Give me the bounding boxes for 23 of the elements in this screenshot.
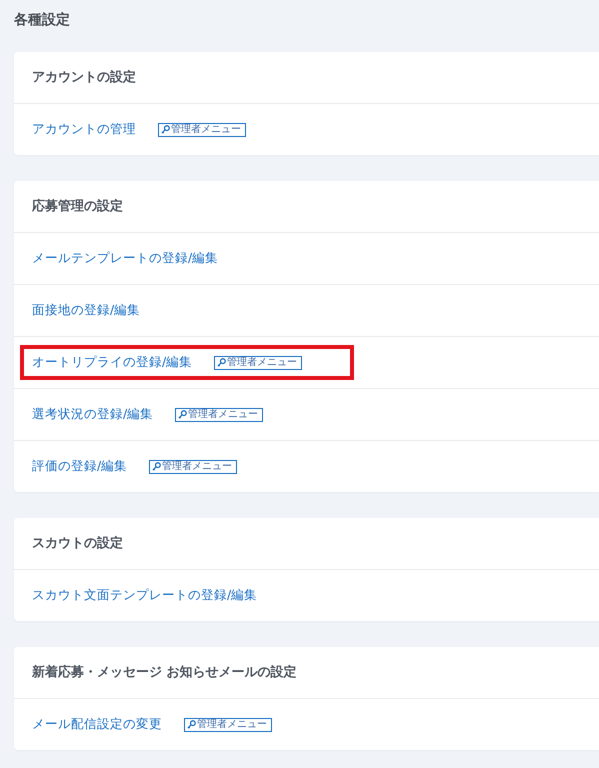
key-icon	[187, 720, 196, 729]
admin-badge: 管理者メニュー	[175, 408, 264, 422]
settings-link[interactable]: メール配信設定の変更	[32, 716, 162, 733]
admin-badge: 管理者メニュー	[158, 122, 246, 136]
admin-badge: 管理者メニュー	[214, 356, 302, 370]
section-title: スカウトの設定	[14, 518, 599, 570]
settings-link[interactable]: アカウントの管理	[32, 121, 136, 138]
key-icon	[161, 125, 170, 134]
section-title: 新着応募・メッセージ お知らせメールの設定	[14, 647, 599, 699]
settings-link[interactable]: 面接地の登録/編集	[32, 302, 140, 319]
admin-badge: 管理者メニュー	[149, 460, 238, 474]
settings-link[interactable]: オートリプライの登録/編集	[32, 354, 192, 371]
key-icon	[152, 462, 162, 471]
key-icon	[178, 410, 188, 419]
settings-link[interactable]: 評価の登録/編集	[32, 458, 128, 475]
key-icon	[217, 358, 226, 367]
section-title: 応募管理の設定	[14, 181, 599, 233]
section-title: アカウントの設定	[14, 52, 599, 104]
settings-link[interactable]: メールテンプレートの登録/編集	[32, 250, 218, 267]
page-title: 各種設定	[14, 10, 71, 30]
admin-badge: 管理者メニュー	[184, 718, 272, 732]
settings-link[interactable]: 選考状況の登録/編集	[32, 406, 154, 423]
settings-link[interactable]: スカウト文面テンプレートの登録/編集	[32, 587, 258, 604]
